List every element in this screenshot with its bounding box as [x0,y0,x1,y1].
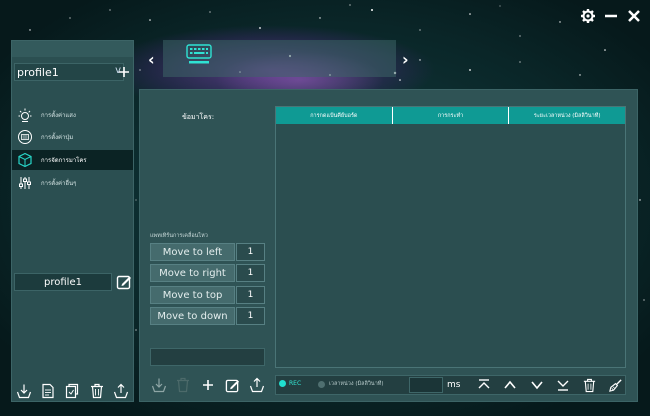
add-macro-button[interactable] [199,377,216,394]
export-icon [249,377,264,393]
keyboard-icon [186,44,212,64]
edit-icon [225,379,239,392]
column-action: การกระทำ [392,107,510,124]
edit-profile-button[interactable] [116,274,132,290]
light-icon [17,107,33,123]
delay-radio-icon [318,380,325,388]
move-top-count[interactable]: 1 [236,286,265,304]
macro-icon [17,152,33,168]
export-icon [113,383,128,399]
plus-icon [202,380,213,390]
move-down-count[interactable]: 1 [236,307,265,325]
close-icon [628,10,640,22]
macro-panel: ข้อมาโคร: แพทเทิร์นการเคลื่อนไหว Move to… [139,89,638,402]
trash-icon [583,378,596,392]
close-button[interactable] [624,6,644,26]
move-down-button[interactable] [529,377,545,393]
delay-ms-input[interactable] [409,377,443,393]
move-left-button[interactable]: Move to left [150,243,235,261]
edit-icon [116,275,131,290]
delete-profile-button[interactable] [89,383,105,399]
move-to-bottom-button[interactable] [555,377,571,393]
copy-icon [66,383,79,399]
sidebar-item-other-settings[interactable]: การตั้งค่าอื่นๆ [12,173,133,193]
sidebar-item-label: การตั้งค่าอื่นๆ [41,180,77,187]
macro-list-label: ข้อมาโคร: [182,113,215,121]
keys-icon [17,129,33,145]
move-right-button[interactable]: Move to right [150,264,235,282]
plus-icon [119,67,129,77]
delete-row-button[interactable] [582,377,598,393]
profile-name-text: profile1 [44,276,82,288]
sidebar-item-label: การจัดการมาโคร [41,157,87,164]
sidebar-item-lighting[interactable]: การตั้งค่าแสง [12,105,133,125]
move-to-top-button[interactable] [476,377,492,393]
delay-label: เวลาหน่วง (มิลลิวินาที) [329,381,384,387]
keyboard-device-button[interactable] [186,43,212,65]
chevron-up-icon [504,380,517,389]
sidebar-item-macro[interactable]: การจัดการมาโคร [12,150,133,170]
document-icon [42,383,54,399]
prev-device-button[interactable]: ‹ [148,50,155,69]
export-macro-button[interactable] [248,377,265,394]
chevron-down-icon [531,381,543,390]
minimize-icon [605,14,617,18]
settings-button[interactable] [578,6,598,26]
profile-select[interactable]: profile1 v [14,63,124,81]
movement-pattern-label: แพทเทิร์นการเคลื่อนไหว [150,233,208,239]
sidebar-header [12,41,133,57]
export-button[interactable] [113,383,129,399]
broom-icon [609,378,623,392]
trash-icon [177,377,189,393]
column-delay: ระยะเวลาหน่วง (มิลลิวินาที) [509,107,626,124]
import-button[interactable] [16,383,32,399]
document-button[interactable] [40,383,56,399]
sidebar-toolbar [12,381,133,401]
gear-icon [581,9,595,23]
trash-icon [90,383,103,399]
record-control-bar: REC เวลาหน่วง (มิลลิวินาที) ms [275,375,626,395]
record-dot-icon [279,380,286,387]
add-profile-button[interactable] [115,63,133,81]
import-macro-button[interactable] [150,377,167,394]
import-icon [151,378,166,393]
move-up-button[interactable] [502,377,518,393]
move-down-button[interactable]: Move to down [150,307,235,325]
row-actions [476,376,624,394]
sidebar-item-label: การตั้งค่าปุ่ม [41,134,74,141]
double-up-icon [478,379,490,389]
record-label: REC [289,380,302,387]
clear-all-button[interactable] [608,377,624,393]
sliders-icon [17,175,33,191]
sidebar-item-keys[interactable]: การตั้งค่าปุ่ม [12,127,133,147]
edit-macro-button[interactable] [224,377,241,394]
macro-name-input[interactable] [150,348,265,366]
profile-name-display: profile1 [14,273,112,291]
profile-select-value: profile1 [17,65,59,79]
column-key-press: การกดแป้นคีย์บอร์ด [276,107,393,124]
macro-toolbar [150,375,265,395]
move-left-count[interactable]: 1 [236,243,265,261]
move-top-button[interactable]: Move to top [150,286,235,304]
sidebar-item-label: การตั้งค่าแสง [41,112,76,119]
delete-macro-button[interactable] [175,377,192,394]
table-header: การกดแป้นคีย์บอร์ด การกระทำ ระยะเวลาหน่ว… [276,107,626,124]
double-down-icon [557,380,569,391]
import-icon [17,384,32,399]
copy-button[interactable] [64,383,80,399]
macro-list[interactable] [150,128,266,228]
record-toggle[interactable]: REC [279,380,301,387]
delay-toggle[interactable]: เวลาหน่วง (มิลลิวินาที) [318,380,384,388]
sidebar: profile1 v การตั้งค่าแสง การตั้งค่าปุ่ม … [11,40,134,402]
move-right-count[interactable]: 1 [236,264,265,282]
macro-events-table[interactable]: การกดแป้นคีย์บอร์ด การกระทำ ระยะเวลาหน่ว… [275,106,626,368]
ms-unit-label: ms [447,380,461,390]
next-device-button[interactable]: › [402,50,409,69]
minimize-button[interactable] [601,6,621,26]
